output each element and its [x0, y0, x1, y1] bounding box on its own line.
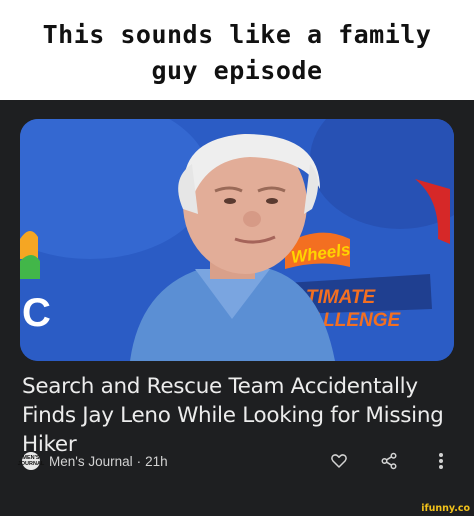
caption-line-2: guy episode [151, 56, 323, 85]
ifunny-watermark: ifunny.co [421, 503, 470, 514]
share-icon [381, 452, 397, 470]
article-thumbnail[interactable]: C Wheels ULTIMATE CHALLENGE [20, 119, 454, 361]
article-headline[interactable]: Search and Rescue Team Accidentally Find… [22, 372, 452, 459]
news-card[interactable]: C Wheels ULTIMATE CHALLENGE Search and R… [0, 100, 474, 516]
more-vert-icon [439, 453, 443, 469]
thumbnail-logo-letter: C [22, 291, 51, 335]
heart-outline-icon [331, 454, 347, 468]
like-button[interactable] [328, 450, 350, 472]
share-button[interactable] [378, 450, 400, 472]
article-actions [22, 450, 452, 472]
article-meta: MEN'S JOURNAL Men's Journal · 21h [18, 450, 452, 472]
thumbnail-photo: C Wheels ULTIMATE CHALLENGE [20, 119, 454, 361]
meme-caption: This sounds like a family guy episode [0, 0, 474, 100]
caption-line-1: This sounds like a family [42, 20, 432, 49]
more-options-button[interactable] [430, 450, 452, 472]
